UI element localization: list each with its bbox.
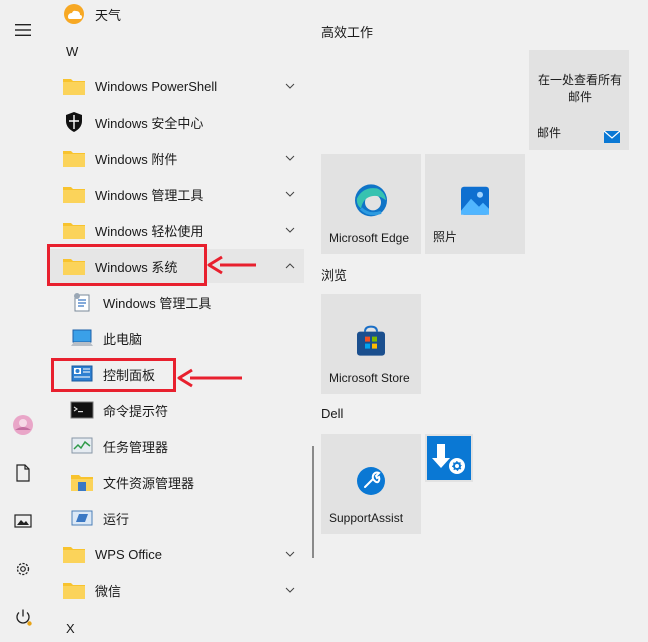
chevron-down-icon [284, 80, 296, 92]
tile-dell-small[interactable] [425, 434, 473, 482]
app-windows-admin-tools[interactable]: Windows 管理工具 [50, 285, 304, 319]
run-icon [68, 504, 96, 532]
user-avatar-button[interactable] [0, 405, 46, 445]
pictures-icon [14, 514, 32, 528]
letter-header-x[interactable]: X [66, 621, 75, 636]
folder-windows-admin-tools[interactable]: Windows 管理工具 [50, 177, 304, 211]
folder-windows-accessories[interactable]: Windows 附件 [50, 141, 304, 175]
start-rail [0, 0, 46, 642]
tile-supportassist[interactable]: SupportAssist [321, 434, 421, 534]
shield-icon [60, 108, 88, 136]
tile-photos[interactable]: 照片 [425, 154, 525, 254]
app-run[interactable]: 运行 [50, 501, 304, 535]
app-task-manager[interactable]: 任务管理器 [50, 429, 304, 463]
settings-button[interactable] [0, 549, 46, 589]
tile-label: 邮件 [537, 126, 562, 140]
app-label: 任务管理器 [103, 439, 169, 455]
app-weather[interactable]: 天气 [50, 0, 304, 31]
supportassist-wrench-icon [357, 467, 385, 495]
app-label: WPS Office [95, 546, 162, 562]
app-list-scrollbar[interactable] [312, 446, 314, 558]
chevron-down-icon [284, 548, 296, 560]
chevron-down-icon [284, 188, 296, 200]
folder-windows-ease-of-access[interactable]: Windows 轻松使用 [50, 213, 304, 247]
app-label: Windows PowerShell [95, 78, 218, 94]
mail-tile-text: 在一处查看所有邮件 [537, 73, 622, 104]
tile-label: SupportAssist [329, 511, 404, 525]
dell-update-icon [427, 436, 471, 480]
photos-icon [461, 186, 489, 215]
red-arrow-icon [207, 255, 256, 275]
power-button[interactable] [0, 597, 46, 637]
pictures-button[interactable] [0, 501, 46, 541]
user-avatar [13, 415, 33, 435]
app-label: Windows 轻松使用 [95, 223, 204, 239]
documents-button[interactable] [0, 453, 46, 493]
letter-header-w[interactable]: W [66, 44, 78, 59]
file-explorer-icon [68, 468, 96, 496]
chevron-down-icon [284, 152, 296, 164]
app-file-explorer[interactable]: 文件资源管理器 [50, 465, 304, 499]
app-label: Windows 附件 [95, 151, 178, 167]
app-label: Windows 管理工具 [103, 295, 212, 311]
group-title-productivity[interactable]: 高效工作 [321, 22, 373, 41]
red-arrow-icon [177, 368, 242, 388]
group-title-browse[interactable]: 浏览 [321, 265, 347, 284]
power-icon [16, 609, 32, 626]
app-label: Windows 安全中心 [95, 115, 204, 131]
hamburger-menu-icon [15, 24, 31, 36]
folder-windows-powershell[interactable]: Windows PowerShell [50, 69, 304, 103]
folder-icon [60, 216, 88, 244]
folder-icon [60, 180, 88, 208]
folder-icon [60, 576, 88, 604]
folder-wechat[interactable]: 微信 [50, 573, 304, 607]
app-list: 天气 W Windows PowerShell Windows 安全中心 Win… [46, 0, 308, 642]
folder-icon [60, 72, 88, 100]
computer-icon [68, 324, 96, 352]
folder-icon [60, 540, 88, 568]
tile-microsoft-store[interactable]: Microsoft Store [321, 294, 421, 394]
app-label: 天气 [95, 7, 122, 23]
terminal-icon [68, 396, 96, 424]
app-windows-security[interactable]: Windows 安全中心 [50, 105, 304, 139]
tile-label: Microsoft Edge [329, 231, 410, 245]
gear-icon [16, 562, 30, 576]
app-label: 文件资源管理器 [103, 475, 195, 491]
tile-microsoft-edge[interactable]: Microsoft Edge [321, 154, 421, 254]
weather-icon [60, 0, 88, 28]
app-this-pc[interactable]: 此电脑 [50, 321, 304, 355]
document-icon [16, 464, 30, 482]
chevron-up-icon [284, 260, 296, 272]
group-title-dell[interactable]: Dell [321, 406, 343, 421]
app-label: Windows 管理工具 [95, 187, 204, 203]
chevron-down-icon [284, 584, 296, 596]
app-command-prompt[interactable]: 命令提示符 [50, 393, 304, 427]
app-label: 此电脑 [103, 331, 143, 347]
folder-icon [60, 144, 88, 172]
tile-mail[interactable]: 在一处查看所有邮件 邮件 [529, 50, 629, 150]
task-manager-icon [68, 432, 96, 460]
chevron-down-icon [284, 224, 296, 236]
edge-icon [355, 184, 387, 217]
store-icon [357, 325, 385, 356]
hamburger-menu-button[interactable] [0, 10, 46, 50]
mail-icon [603, 130, 621, 143]
app-label: 命令提示符 [103, 403, 169, 419]
folder-wps-office[interactable]: WPS Office [50, 537, 304, 571]
highlight-box-windows-system [47, 244, 207, 286]
highlight-box-control-panel [51, 358, 176, 392]
app-label: 微信 [95, 583, 122, 599]
app-label: 运行 [103, 511, 130, 527]
admin-tools-icon [68, 288, 96, 316]
tile-label: 照片 [433, 230, 458, 244]
tile-label: Microsoft Store [329, 371, 410, 385]
